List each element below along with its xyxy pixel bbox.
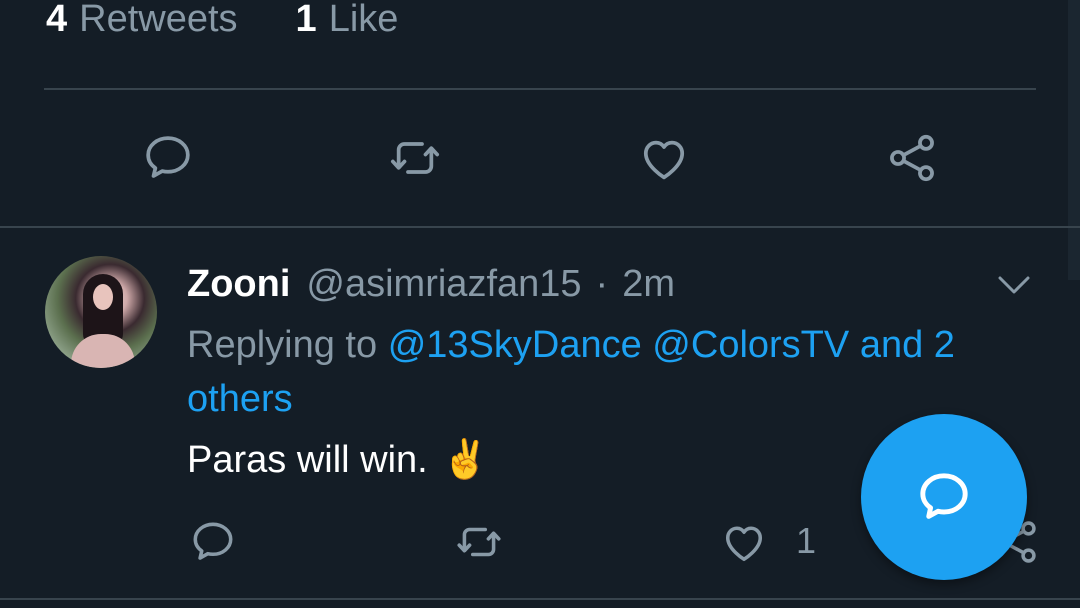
tweet-action-bar [0,128,1080,188]
like-button[interactable] [634,128,694,188]
mention-link[interactable]: @ColorsTV [652,324,849,366]
reply-icon [920,473,968,519]
victory-hand-emoji: ✌️ [441,439,490,481]
retweet-button[interactable] [449,512,509,572]
mention-link[interactable]: @13SkyDance [388,324,642,366]
reply-header: Zooni @asimriazfan15 · 2m [187,262,675,306]
divider [0,598,1080,600]
user-handle[interactable]: @asimriazfan15 [306,263,581,306]
likes-label[interactable]: Like [329,0,399,41]
chevron-down-icon[interactable] [994,268,1034,302]
tweet-stats: 4 Retweets 1 Like [46,0,398,44]
retweet-button[interactable] [385,128,445,188]
tweet-text: Paras will win. ✌️ [187,432,489,488]
retweet-icon [390,142,440,174]
reply-button[interactable] [183,512,243,572]
divider [44,88,1036,90]
compose-reply-button[interactable] [861,414,1027,580]
replying-to: Replying to @13SkyDance @ColorsTV and 2 … [187,318,1037,426]
like-count: 1 [796,520,817,561]
heart-icon [725,526,763,562]
reply-icon [146,136,190,178]
divider [0,226,1080,228]
likes-count[interactable]: 1 [296,0,317,41]
reply-icon [193,522,233,560]
share-button[interactable] [882,128,942,188]
tweet-body: Paras will win. [187,439,428,481]
avatar[interactable] [45,256,157,368]
share-icon [890,134,934,182]
replying-prefix: Replying to [187,324,378,366]
retweets-label[interactable]: Retweets [79,0,237,41]
separator-dot: · [595,262,609,305]
retweet-icon [457,527,501,557]
retweets-count[interactable]: 4 [46,0,67,41]
reply-button[interactable] [138,128,198,188]
display-name[interactable]: Zooni [187,263,290,306]
heart-icon [643,140,685,180]
timestamp: 2m [622,262,675,305]
like-button[interactable] [714,512,774,572]
